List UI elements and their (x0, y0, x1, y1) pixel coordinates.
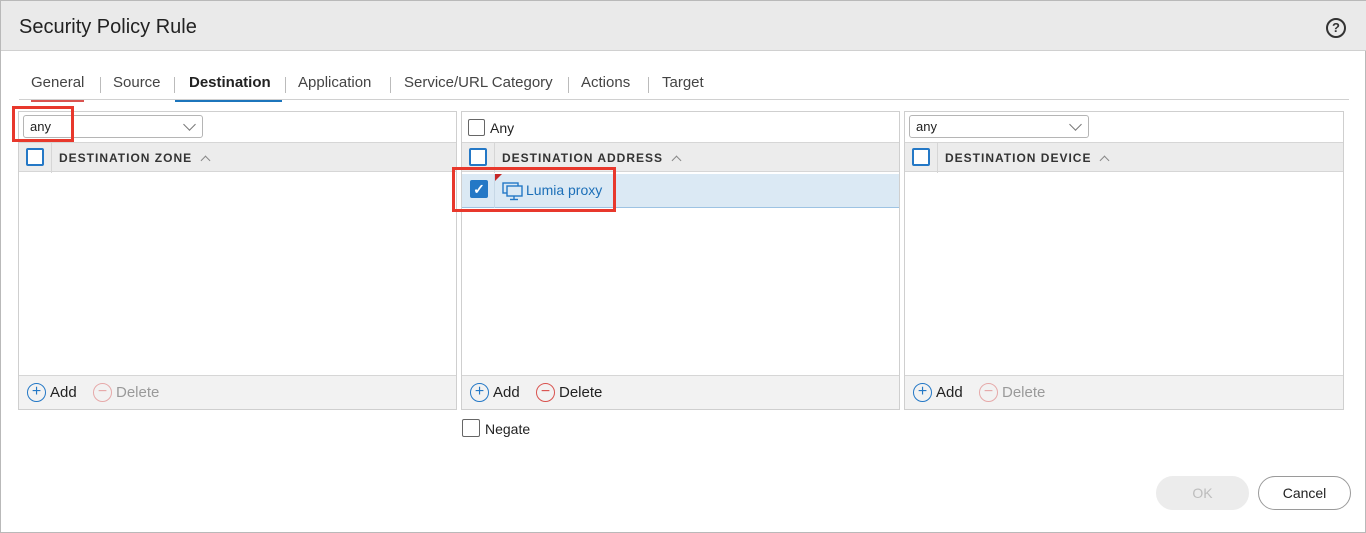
destination-address-panel: Any DESTINATION ADDRESS ✓ Lumia proxy + … (461, 111, 900, 410)
device-panel-footer: + Add − Delete (905, 375, 1343, 409)
device-add-label: Add (936, 384, 963, 401)
minus-circle-icon: − (93, 383, 112, 402)
zone-column-title[interactable]: DESTINATION ZONE (59, 151, 211, 166)
device-delete-label: Delete (1002, 384, 1046, 401)
dialog-title: Security Policy Rule (19, 16, 197, 38)
address-delete-label: Delete (559, 384, 603, 401)
address-panel-footer: + Add − Delete (462, 375, 899, 409)
negate-checkbox[interactable] (462, 419, 480, 437)
ok-button[interactable]: OK (1156, 476, 1249, 510)
zone-add-label: Add (50, 384, 77, 401)
address-panel-head: Any (462, 112, 899, 142)
address-any-checkbox[interactable] (468, 119, 485, 136)
tab-source[interactable]: Source (113, 74, 161, 102)
chevron-down-icon (183, 118, 196, 131)
tab-separator (568, 77, 569, 93)
destination-zone-panel: any DESTINATION ZONE + Add − Delete (18, 111, 457, 410)
sort-up-icon (671, 155, 682, 166)
dialog-titlebar: Security Policy Rule ? (1, 1, 1366, 51)
help-icon[interactable]: ? (1326, 18, 1346, 38)
tab-separator (648, 77, 649, 93)
plus-circle-icon: + (470, 383, 489, 402)
tabs-divider (19, 99, 1349, 100)
tab-destination[interactable]: Destination (175, 74, 282, 102)
device-column-header: DESTINATION DEVICE (905, 142, 1343, 173)
tab-application[interactable]: Application (298, 74, 371, 102)
tab-separator (390, 77, 391, 93)
address-column-title[interactable]: DESTINATION ADDRESS (502, 151, 682, 166)
minus-circle-icon: − (979, 383, 998, 402)
cancel-button[interactable]: Cancel (1258, 476, 1351, 510)
address-select-all-checkbox[interactable] (469, 148, 487, 166)
tab-target[interactable]: Target (662, 74, 704, 102)
negate-label: Negate (485, 421, 531, 437)
sort-up-icon (200, 155, 211, 166)
zone-delete-label: Delete (116, 384, 160, 401)
zone-select-all-checkbox[interactable] (26, 148, 44, 166)
address-column-label: DESTINATION ADDRESS (502, 151, 664, 165)
address-any-label: Any (490, 120, 515, 136)
device-select-all-checkbox[interactable] (912, 148, 930, 166)
minus-circle-icon: − (536, 383, 555, 402)
device-select[interactable]: any (909, 115, 1089, 138)
sort-up-icon (1100, 155, 1110, 166)
tab-actions[interactable]: Actions (581, 74, 630, 102)
highlight-box (452, 167, 616, 212)
device-column-title[interactable]: DESTINATION DEVICE (945, 151, 1110, 166)
tab-separator (100, 77, 101, 93)
tab-separator (285, 77, 286, 93)
column-separator (937, 143, 938, 173)
tab-general[interactable]: General (31, 74, 85, 102)
device-panel-head: any (905, 112, 1343, 142)
highlight-box (12, 106, 74, 142)
chevron-down-icon (1069, 118, 1082, 131)
tab-service-url-category[interactable]: Service/URL Category (404, 74, 553, 102)
zone-column-label: DESTINATION ZONE (59, 151, 193, 165)
zone-panel-head: any (19, 112, 456, 142)
address-add-label: Add (493, 384, 520, 401)
device-column-label: DESTINATION DEVICE (945, 151, 1092, 165)
plus-circle-icon: + (913, 383, 932, 402)
zone-panel-footer: + Add − Delete (19, 375, 456, 409)
zone-column-header: DESTINATION ZONE (19, 142, 456, 173)
plus-circle-icon: + (27, 383, 46, 402)
destination-device-panel: any DESTINATION DEVICE + Add − Delete (904, 111, 1344, 410)
device-select-value: any (916, 119, 937, 134)
security-policy-rule-dialog: Security Policy Rule ? General Source De… (0, 0, 1366, 533)
column-separator (51, 143, 52, 173)
